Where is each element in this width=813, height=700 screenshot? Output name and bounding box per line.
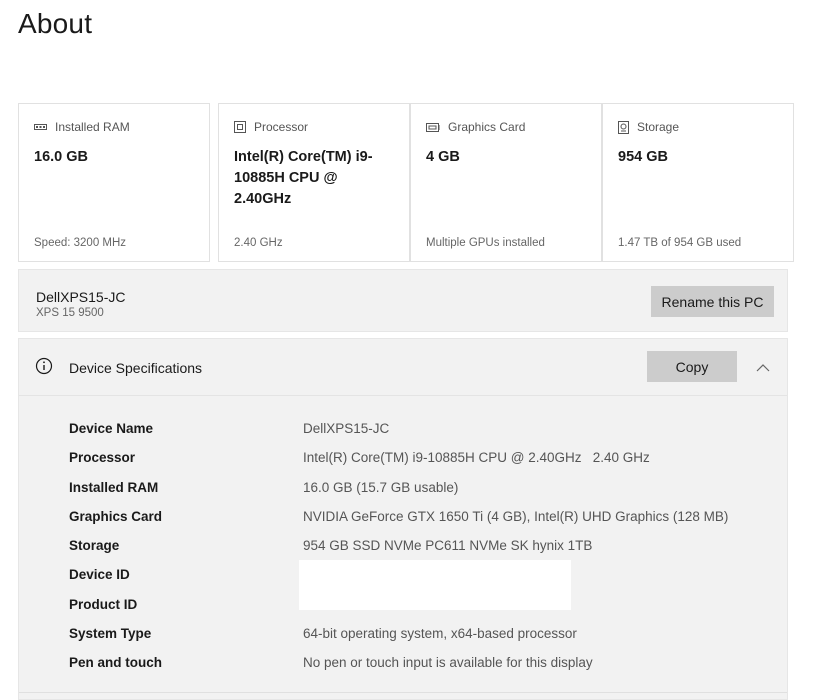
spec-value: NVIDIA GeForce GTX 1650 Ti (4 GB), Intel…: [303, 508, 729, 524]
card-label: Graphics Card: [448, 120, 526, 134]
spec-label: Device Name: [69, 421, 154, 436]
spec-value: DellXPS15-JC: [303, 421, 390, 436]
card-storage: Storage 954 GB 1.47 TB of 954 GB used: [602, 103, 794, 262]
rename-pc-button[interactable]: Rename this PC: [651, 286, 774, 317]
device-specifications-title: Device Specifications: [69, 360, 203, 376]
pc-name: DellXPS15-JC: [36, 289, 126, 305]
card-footnote: 2.40 GHz: [234, 237, 283, 249]
spec-value: No pen or touch input is available for t…: [303, 655, 593, 671]
card-label: Installed RAM: [55, 120, 130, 134]
device-specifications-header[interactable]: Device Specifications Copy: [19, 339, 787, 396]
page-title: About: [18, 8, 93, 39]
card-processor: Processor Intel(R) Core(TM) i9-10885H CP…: [218, 103, 410, 262]
spec-value: 16.0 GB (15.7 GB usable): [303, 479, 459, 495]
spec-label: Pen and touch: [69, 655, 163, 671]
redacted-id-block: [299, 560, 571, 610]
ram-icon: [34, 123, 47, 132]
spec-label: Processor: [69, 450, 136, 466]
card-installed-ram: Installed RAM 16.0 GB Speed: 3200 MHz: [18, 103, 210, 262]
spec-value: Intel(R) Core(TM) i9-10885H CPU @ 2.40GH…: [303, 450, 650, 466]
processor-icon: [234, 121, 246, 133]
spec-label: Installed RAM: [69, 479, 159, 495]
card-value: 954 GB: [618, 149, 668, 165]
divider: [19, 692, 787, 693]
card-value: 4 GB: [426, 149, 460, 165]
copy-button[interactable]: Copy: [647, 351, 737, 382]
pc-model: XPS 15 9500: [36, 307, 104, 319]
pc-name-panel: DellXPS15-JC XPS 15 9500 Rename this PC: [18, 269, 788, 332]
card-label: Storage: [637, 120, 680, 134]
spec-label: Product ID: [69, 596, 138, 612]
spec-value: 954 GB SSD NVMe PC611 NVMe SK hynix 1TB: [303, 538, 593, 554]
card-footnote: 1.47 TB of 954 GB used: [618, 237, 742, 249]
spec-label: Storage: [69, 538, 120, 554]
info-icon: [35, 357, 53, 380]
graphics-card-icon: [426, 122, 440, 133]
device-specifications-panel: Device Specifications Copy Device Name D…: [18, 338, 788, 700]
card-graphics: Graphics Card 4 GB Multiple GPUs install…: [410, 103, 602, 262]
spec-label: System Type: [69, 626, 152, 642]
card-label: Processor: [254, 120, 309, 134]
card-value: 16.0 GB: [34, 149, 88, 165]
chevron-up-icon[interactable]: [756, 359, 770, 377]
card-footnote: Speed: 3200 MHz: [34, 237, 127, 249]
card-footnote: Multiple GPUs installed: [426, 237, 545, 249]
spec-value: 64-bit operating system, x64-based proce…: [303, 626, 577, 642]
storage-icon: [618, 120, 629, 134]
spec-label: Graphics Card: [69, 508, 163, 524]
card-value: Intel(R) Core(TM) i9-10885H CPU @ 2.40GH…: [234, 149, 373, 207]
spec-label: Device ID: [69, 567, 130, 583]
